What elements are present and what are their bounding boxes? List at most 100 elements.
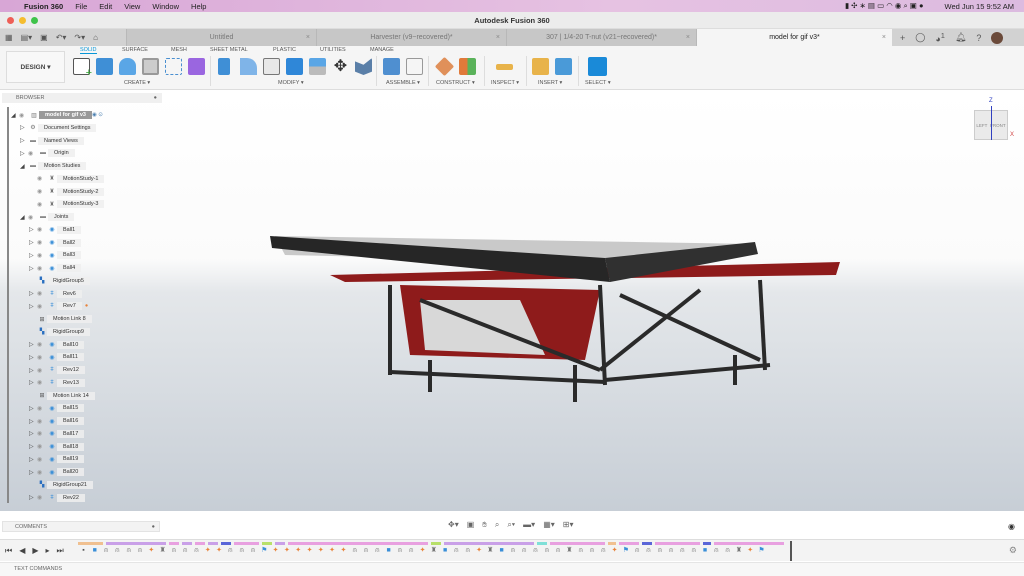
timeline-feature-icon[interactable]: ✦ bbox=[283, 547, 290, 555]
timeline-feature-icon[interactable]: ⍝ bbox=[182, 547, 189, 555]
workspace-switcher[interactable]: DESIGN ▾ bbox=[6, 51, 65, 83]
timeline-feature-icon[interactable]: ⍝ bbox=[645, 547, 652, 555]
visibility-eye-icon[interactable]: ◉ bbox=[37, 303, 47, 310]
timeline-feature-icon[interactable]: ⍝ bbox=[724, 547, 731, 555]
fit-icon[interactable]: ⌕▾ bbox=[507, 520, 515, 530]
browser-item[interactable]: ◉ ♜ MotionStudy-3 bbox=[29, 199, 105, 209]
tab-model-for-gif[interactable]: model for gif v3* × bbox=[696, 29, 892, 46]
timeline-feature-icon[interactable]: ⚑ bbox=[622, 547, 629, 555]
orbit-icon[interactable]: ✥▾ bbox=[448, 520, 459, 530]
expand-toggle-icon[interactable]: ▷ bbox=[29, 303, 37, 310]
timeline-feature-icon[interactable]: ✦ bbox=[272, 547, 279, 555]
extrude-icon[interactable] bbox=[96, 58, 113, 75]
tab-manage[interactable]: MANAGE bbox=[370, 47, 394, 53]
visibility-eye-icon[interactable]: ◉ bbox=[37, 494, 47, 501]
visibility-eye-icon[interactable]: ◉ bbox=[37, 418, 47, 425]
close-tab-icon[interactable]: × bbox=[686, 29, 690, 46]
timeline-feature-icon[interactable]: ⍝ bbox=[238, 547, 245, 555]
visibility-eye-icon[interactable]: ◉ bbox=[37, 265, 47, 272]
timeline-feature-icon[interactable]: ⍝ bbox=[137, 547, 144, 555]
expand-toggle-icon[interactable]: ▷ bbox=[29, 469, 37, 476]
expand-toggle-icon[interactable]: ▷ bbox=[20, 124, 28, 131]
visibility-eye-icon[interactable]: ◉ bbox=[37, 354, 47, 361]
move-icon[interactable]: ✥ bbox=[332, 58, 349, 75]
expand-toggle-icon[interactable]: ▷ bbox=[29, 367, 37, 374]
browser-options-icon[interactable]: ● bbox=[154, 93, 157, 103]
browser-item[interactable]: ▷ ◉ ǂ Rev12 bbox=[29, 365, 85, 375]
joint-icon[interactable] bbox=[406, 58, 423, 75]
timeline-feature-icon[interactable]: ✦ bbox=[306, 547, 313, 555]
split-icon[interactable] bbox=[309, 58, 326, 75]
browser-item[interactable]: ▷ ⚙ Document Settings bbox=[20, 123, 97, 133]
expand-toggle-icon[interactable]: ▷ bbox=[29, 379, 37, 386]
timeline-feature-icon[interactable]: ⍝ bbox=[634, 547, 641, 555]
notifications-icon[interactable]: 🔔︎ bbox=[955, 32, 966, 43]
step-back-icon[interactable]: ◀ bbox=[19, 546, 25, 556]
menu-file[interactable]: File bbox=[75, 2, 87, 11]
expand-toggle-icon[interactable]: ▷ bbox=[29, 290, 37, 297]
select-icon[interactable] bbox=[588, 57, 607, 76]
timeline-feature-icon[interactable]: ⍝ bbox=[668, 547, 675, 555]
fillet-icon[interactable] bbox=[240, 58, 257, 75]
viewcube-front[interactable]: FRONT bbox=[990, 123, 1006, 128]
undo-icon[interactable]: ↶▾ bbox=[56, 33, 67, 42]
visibility-eye-icon[interactable]: ◉ bbox=[37, 341, 47, 348]
redo-icon[interactable]: ↷▾ bbox=[74, 33, 85, 42]
expand-toggle-icon[interactable]: ▷ bbox=[29, 354, 37, 361]
expand-toggle-icon[interactable]: ▷ bbox=[29, 443, 37, 450]
browser-item[interactable]: ◢ ▬ Motion Studies bbox=[20, 161, 87, 171]
hole-icon[interactable] bbox=[142, 58, 159, 75]
zoom-window-button[interactable] bbox=[31, 17, 38, 24]
timeline-feature-icon[interactable]: ⍝ bbox=[396, 547, 403, 555]
insert-derive-icon[interactable] bbox=[532, 58, 549, 75]
avatar[interactable] bbox=[991, 31, 1004, 44]
expand-toggle-icon[interactable]: ▷ bbox=[29, 226, 37, 233]
browser-item[interactable]: ▷ ◉ ◉ Ball16 bbox=[29, 416, 85, 426]
press-pull-icon[interactable] bbox=[218, 58, 230, 75]
timeline-feature-icon[interactable]: ✦ bbox=[747, 547, 754, 555]
extensions-icon[interactable]: ◯ bbox=[915, 32, 925, 43]
save-icon[interactable]: ▣ bbox=[40, 33, 48, 42]
timeline-feature-icon[interactable]: ⍝ bbox=[521, 547, 528, 555]
timeline-feature-icon[interactable]: ✦ bbox=[340, 547, 347, 555]
browser-item[interactable]: ▚ RigidGroup21 bbox=[29, 480, 93, 490]
visibility-eye-icon[interactable]: ◉ bbox=[37, 239, 47, 246]
combine-icon[interactable] bbox=[286, 58, 303, 75]
pan-icon[interactable]: ✋︎ bbox=[482, 520, 487, 530]
form-icon[interactable] bbox=[188, 58, 205, 75]
timeline-feature-icon[interactable]: ⍝ bbox=[193, 547, 200, 555]
tab-untitled[interactable]: Untitled × bbox=[126, 29, 316, 46]
browser-item[interactable]: ▷ ◉ ǂ Rev7 ● bbox=[29, 301, 88, 311]
offset-plane-icon[interactable] bbox=[434, 56, 455, 77]
visibility-eye-icon[interactable]: ◉ bbox=[37, 430, 47, 437]
expand-toggle-icon[interactable]: ▷ bbox=[29, 456, 37, 463]
tab-tnut[interactable]: 307 | 1/4-20 T-nut (v21~recovered)* × bbox=[506, 29, 696, 46]
viewcube[interactable]: LEFT FRONT Z X bbox=[960, 96, 1018, 146]
timeline-feature-icon[interactable]: ■ bbox=[702, 547, 709, 555]
timeline-feature-icon[interactable]: ⍝ bbox=[114, 547, 121, 555]
timeline-feature-icon[interactable]: ♜ bbox=[566, 547, 573, 555]
timeline-feature-icon[interactable]: ⍝ bbox=[690, 547, 697, 555]
timeline-feature-icon[interactable]: ✦ bbox=[295, 547, 302, 555]
pattern-icon[interactable] bbox=[165, 58, 182, 75]
file-menu-icon[interactable]: ▤▾ bbox=[21, 33, 33, 42]
viewcube-left[interactable]: LEFT bbox=[976, 123, 987, 128]
timeline-feature-icon[interactable]: ♜ bbox=[487, 547, 494, 555]
close-tab-icon[interactable]: × bbox=[306, 29, 310, 46]
timeline-settings-icon[interactable]: ⚙ bbox=[1009, 545, 1017, 556]
job-status-icon[interactable]: ◕1 bbox=[935, 31, 945, 44]
create-sketch-icon[interactable]: + bbox=[73, 58, 92, 79]
new-component-icon[interactable] bbox=[383, 58, 400, 75]
timeline-feature-icon[interactable]: ✦ bbox=[216, 547, 223, 555]
timeline-feature-icon[interactable]: ⚑ bbox=[261, 547, 268, 555]
timeline-feature-icon[interactable]: ⚑ bbox=[758, 547, 765, 555]
expand-toggle-icon[interactable]: ▷ bbox=[29, 494, 37, 501]
close-window-button[interactable] bbox=[7, 17, 14, 24]
browser-item[interactable]: ▷ ◉ ǂ Rev13 bbox=[29, 378, 85, 388]
browser-item[interactable]: ▷ ◉ ▬ Origin bbox=[20, 148, 75, 158]
browser-item[interactable]: ◉ ♜ MotionStudy-1 bbox=[29, 174, 105, 184]
timeline-feature-icon[interactable]: ⍝ bbox=[351, 547, 358, 555]
expand-toggle-icon[interactable]: ▷ bbox=[20, 137, 28, 144]
expand-toggle-icon[interactable]: ▷ bbox=[29, 252, 37, 259]
comments-options-icon[interactable]: ● bbox=[152, 522, 155, 532]
